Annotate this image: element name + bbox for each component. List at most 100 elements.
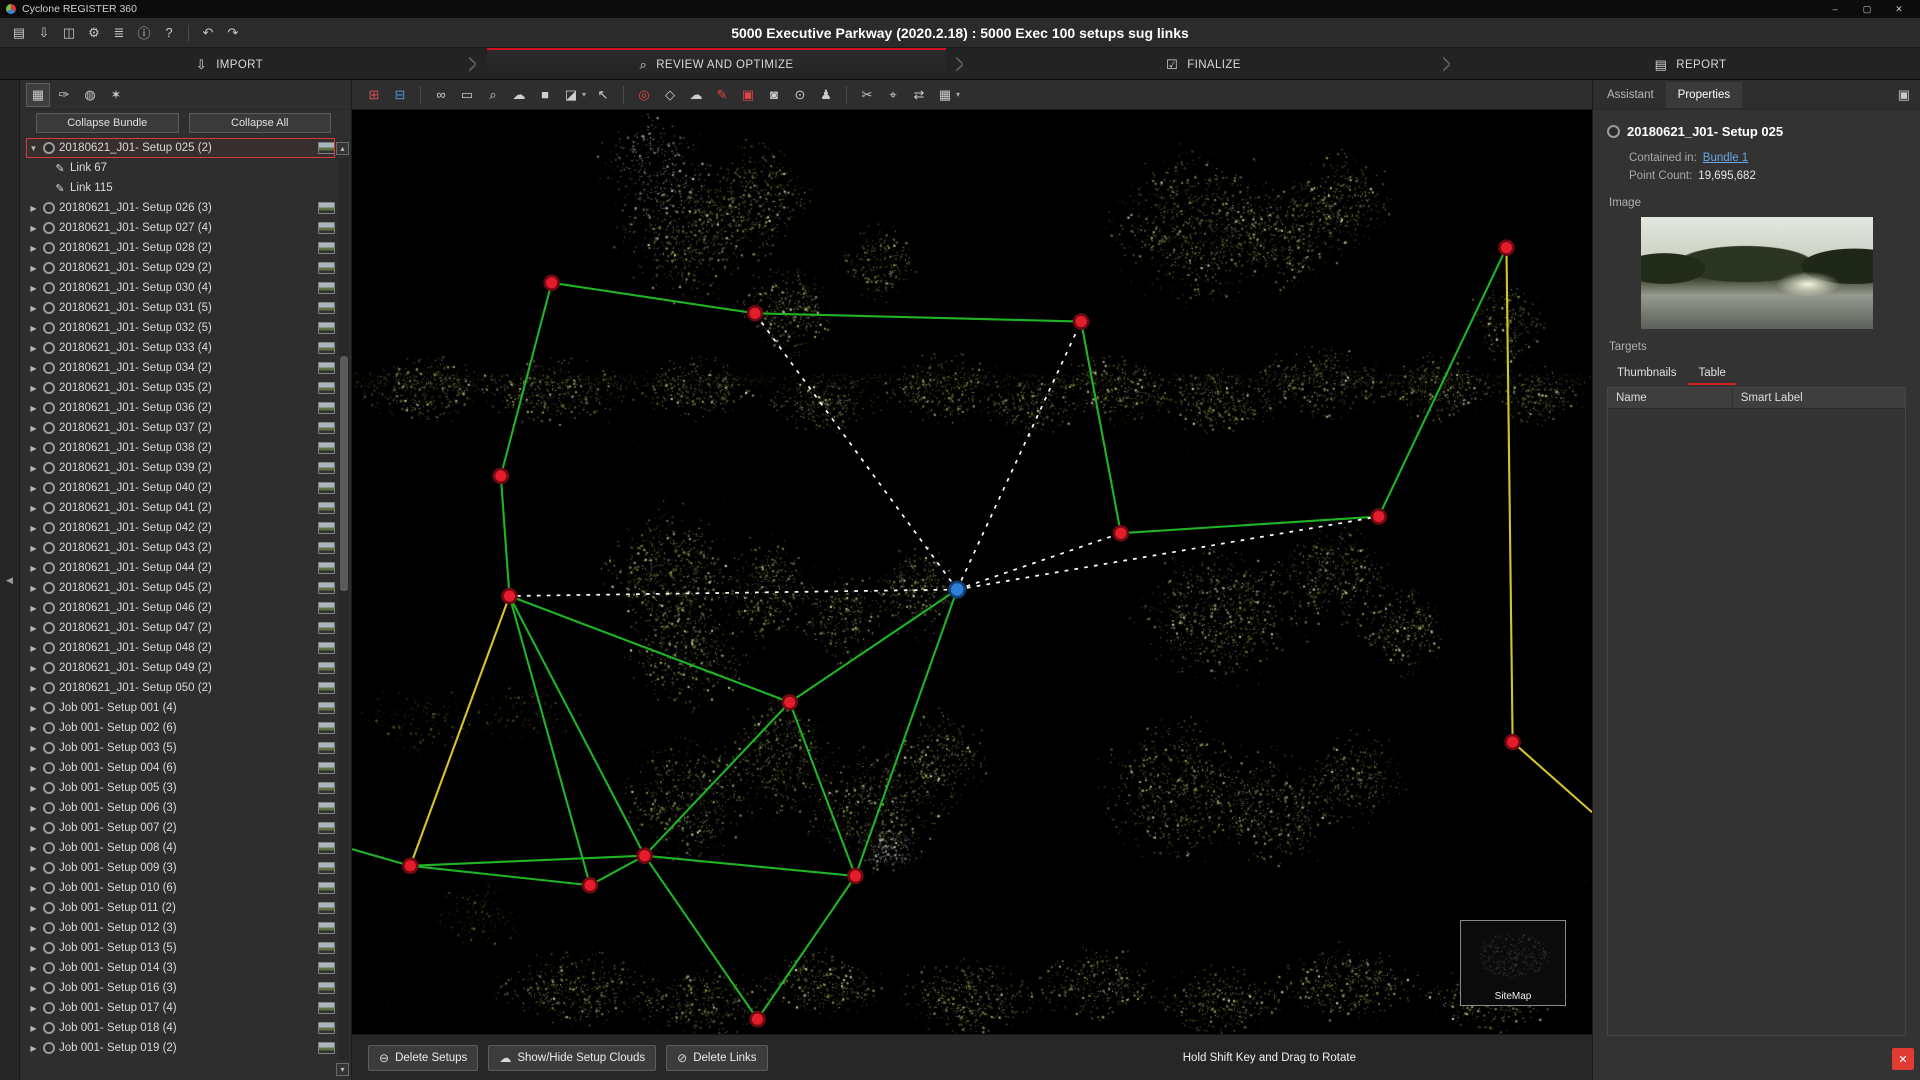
tree-item-setup[interactable]: ▶Job 001- Setup 008 (4): [26, 838, 335, 858]
tree-item-setup[interactable]: ▶20180621_J01- Setup 044 (2): [26, 558, 335, 578]
setup-link-green[interactable]: [352, 849, 410, 866]
chevron-right-icon[interactable]: ▶: [28, 624, 39, 633]
maximize-button[interactable]: ▢: [1852, 1, 1882, 17]
setup-link-green[interactable]: [509, 596, 789, 702]
pano-preview-icon[interactable]: [318, 722, 335, 734]
pano-preview-icon[interactable]: [318, 802, 335, 814]
tree-item-setup[interactable]: ▶20180621_J01- Setup 050 (2): [26, 678, 335, 698]
scroll-top-icon[interactable]: ▴: [336, 142, 349, 155]
setup-link-green[interactable]: [410, 856, 644, 866]
tree-item-setup[interactable]: ▶20180621_J01- Setup 049 (2): [26, 658, 335, 678]
bundle-link[interactable]: Bundle 1: [1703, 152, 1748, 164]
chevron-right-icon[interactable]: ▶: [28, 524, 39, 533]
pano-preview-icon[interactable]: [318, 502, 335, 514]
pano-preview-icon[interactable]: [318, 582, 335, 594]
tree-item-setup[interactable]: ▶20180621_J01- Setup 043 (2): [26, 538, 335, 558]
chevron-right-icon[interactable]: ▶: [28, 424, 39, 433]
tree-item-setup[interactable]: ▶Job 001- Setup 006 (3): [26, 798, 335, 818]
delete-links-button[interactable]: ⊘Delete Links: [666, 1045, 767, 1071]
tree-item-link[interactable]: ✎Link 115: [26, 178, 335, 198]
chevron-right-icon[interactable]: ▶: [28, 464, 39, 473]
setup-node[interactable]: [848, 869, 862, 883]
add-location-icon[interactable]: ⊙: [788, 83, 812, 107]
setup-link-green[interactable]: [790, 702, 856, 876]
tab-assistant[interactable]: Assistant: [1595, 82, 1666, 108]
pano-preview-icon[interactable]: [318, 222, 335, 234]
close-button[interactable]: ✕: [1884, 1, 1914, 17]
pano-preview-icon[interactable]: [318, 962, 335, 974]
chevron-right-icon[interactable]: ▶: [28, 724, 39, 733]
caret-down-icon[interactable]: ▾: [953, 83, 963, 107]
tree-item-setup[interactable]: ▶20180621_J01- Setup 031 (5): [26, 298, 335, 318]
map-viewport[interactable]: SiteMap: [352, 110, 1592, 1034]
chevron-right-icon[interactable]: ▶: [28, 444, 39, 453]
tree-item-setup[interactable]: ▶Job 001- Setup 018 (4): [26, 1018, 335, 1038]
chevron-right-icon[interactable]: ▶: [28, 604, 39, 613]
tab-thumbnails[interactable]: Thumbnails: [1607, 363, 1686, 385]
chevron-right-icon[interactable]: ▶: [28, 904, 39, 913]
undo-icon[interactable]: ↶: [197, 22, 219, 44]
setup-node[interactable]: [583, 878, 597, 892]
tree-item-setup[interactable]: ▶Job 001- Setup 009 (3): [26, 858, 335, 878]
setup-link-dashed[interactable]: [509, 590, 957, 596]
pano-preview-icon[interactable]: [318, 322, 335, 334]
pano-preview-icon[interactable]: [318, 602, 335, 614]
pano-preview-icon[interactable]: [318, 522, 335, 534]
tree-item-setup[interactable]: ▶20180621_J01- Setup 040 (2): [26, 478, 335, 498]
tree-item-setup[interactable]: ▶Job 001- Setup 010 (6): [26, 878, 335, 898]
swap-setups-icon[interactable]: ⇄: [907, 83, 931, 107]
pano-preview-icon[interactable]: [318, 422, 335, 434]
cut-link-icon[interactable]: ✂: [855, 83, 879, 107]
chevron-right-icon[interactable]: ▶: [28, 564, 39, 573]
add-tag-icon[interactable]: ◇: [658, 83, 682, 107]
tree-item-setup[interactable]: ▶Job 001- Setup 013 (5): [26, 938, 335, 958]
chevron-right-icon[interactable]: ▶: [28, 504, 39, 513]
setup-node[interactable]: [783, 695, 797, 709]
setup-link-green[interactable]: [1121, 517, 1379, 534]
tree-item-setup[interactable]: ▶Job 001- Setup 004 (6): [26, 758, 335, 778]
chevron-right-icon[interactable]: ▶: [28, 1044, 39, 1053]
minimize-button[interactable]: –: [1820, 1, 1850, 17]
hide-all-clouds-icon[interactable]: ⊟: [388, 83, 412, 107]
tree-item-setup[interactable]: ▶Job 001- Setup 005 (3): [26, 778, 335, 798]
scroll-bottom-icon[interactable]: ▾: [336, 1063, 349, 1076]
collapse-panel-arrow-icon[interactable]: ◀: [6, 575, 13, 586]
col-smart-label[interactable]: Smart Label: [1733, 388, 1811, 408]
workflow-tab-import[interactable]: ⇩IMPORT: [0, 48, 459, 79]
setup-link-green[interactable]: [501, 476, 510, 596]
show-all-clouds-icon[interactable]: ⊞: [362, 83, 386, 107]
pano-preview-icon[interactable]: [318, 682, 335, 694]
pano-preview-icon[interactable]: [318, 282, 335, 294]
pano-preview-icon[interactable]: [318, 882, 335, 894]
add-cloud-icon[interactable]: ☁: [684, 83, 708, 107]
tree-item-setup[interactable]: ▼20180621_J01- Setup 025 (2): [26, 138, 335, 158]
pano-preview-icon[interactable]: [318, 142, 335, 154]
setup-node[interactable]: [503, 589, 517, 603]
setup-node[interactable]: [1499, 241, 1513, 255]
tree-item-setup[interactable]: ▶Job 001- Setup 007 (2): [26, 818, 335, 838]
add-image-icon[interactable]: ▣: [736, 83, 760, 107]
chevron-right-icon[interactable]: ▶: [28, 764, 39, 773]
workflow-tab-review[interactable]: ⌕REVIEW AND OPTIMIZE: [487, 48, 946, 79]
pano-preview-icon[interactable]: [318, 782, 335, 794]
pano-preview-icon[interactable]: [318, 302, 335, 314]
pano-preview-icon[interactable]: [318, 622, 335, 634]
setup-link-yellow[interactable]: [410, 596, 509, 866]
zoom-region-icon[interactable]: ⌕: [481, 83, 505, 107]
tree-item-setup[interactable]: ▶20180621_J01- Setup 026 (3): [26, 198, 335, 218]
pano-preview-icon[interactable]: [318, 662, 335, 674]
chevron-right-icon[interactable]: ▶: [28, 264, 39, 273]
chevron-right-icon[interactable]: ▶: [28, 384, 39, 393]
chevron-right-icon[interactable]: ▶: [28, 924, 39, 933]
pano-preview-icon[interactable]: [318, 562, 335, 574]
settings-gear-icon[interactable]: ⚙: [83, 22, 105, 44]
tree-item-setup[interactable]: ▶20180621_J01- Setup 034 (2): [26, 358, 335, 378]
tree-item-setup[interactable]: ▶20180621_J01- Setup 041 (2): [26, 498, 335, 518]
tree-item-setup[interactable]: ▶Job 001- Setup 016 (3): [26, 978, 335, 998]
pano-preview-icon[interactable]: [318, 242, 335, 254]
setup-link-green[interactable]: [757, 876, 855, 1019]
pano-preview-icon[interactable]: [318, 842, 335, 854]
setup-link-dashed[interactable]: [957, 517, 1379, 590]
chevron-right-icon[interactable]: ▶: [28, 204, 39, 213]
chevron-right-icon[interactable]: ▶: [28, 784, 39, 793]
